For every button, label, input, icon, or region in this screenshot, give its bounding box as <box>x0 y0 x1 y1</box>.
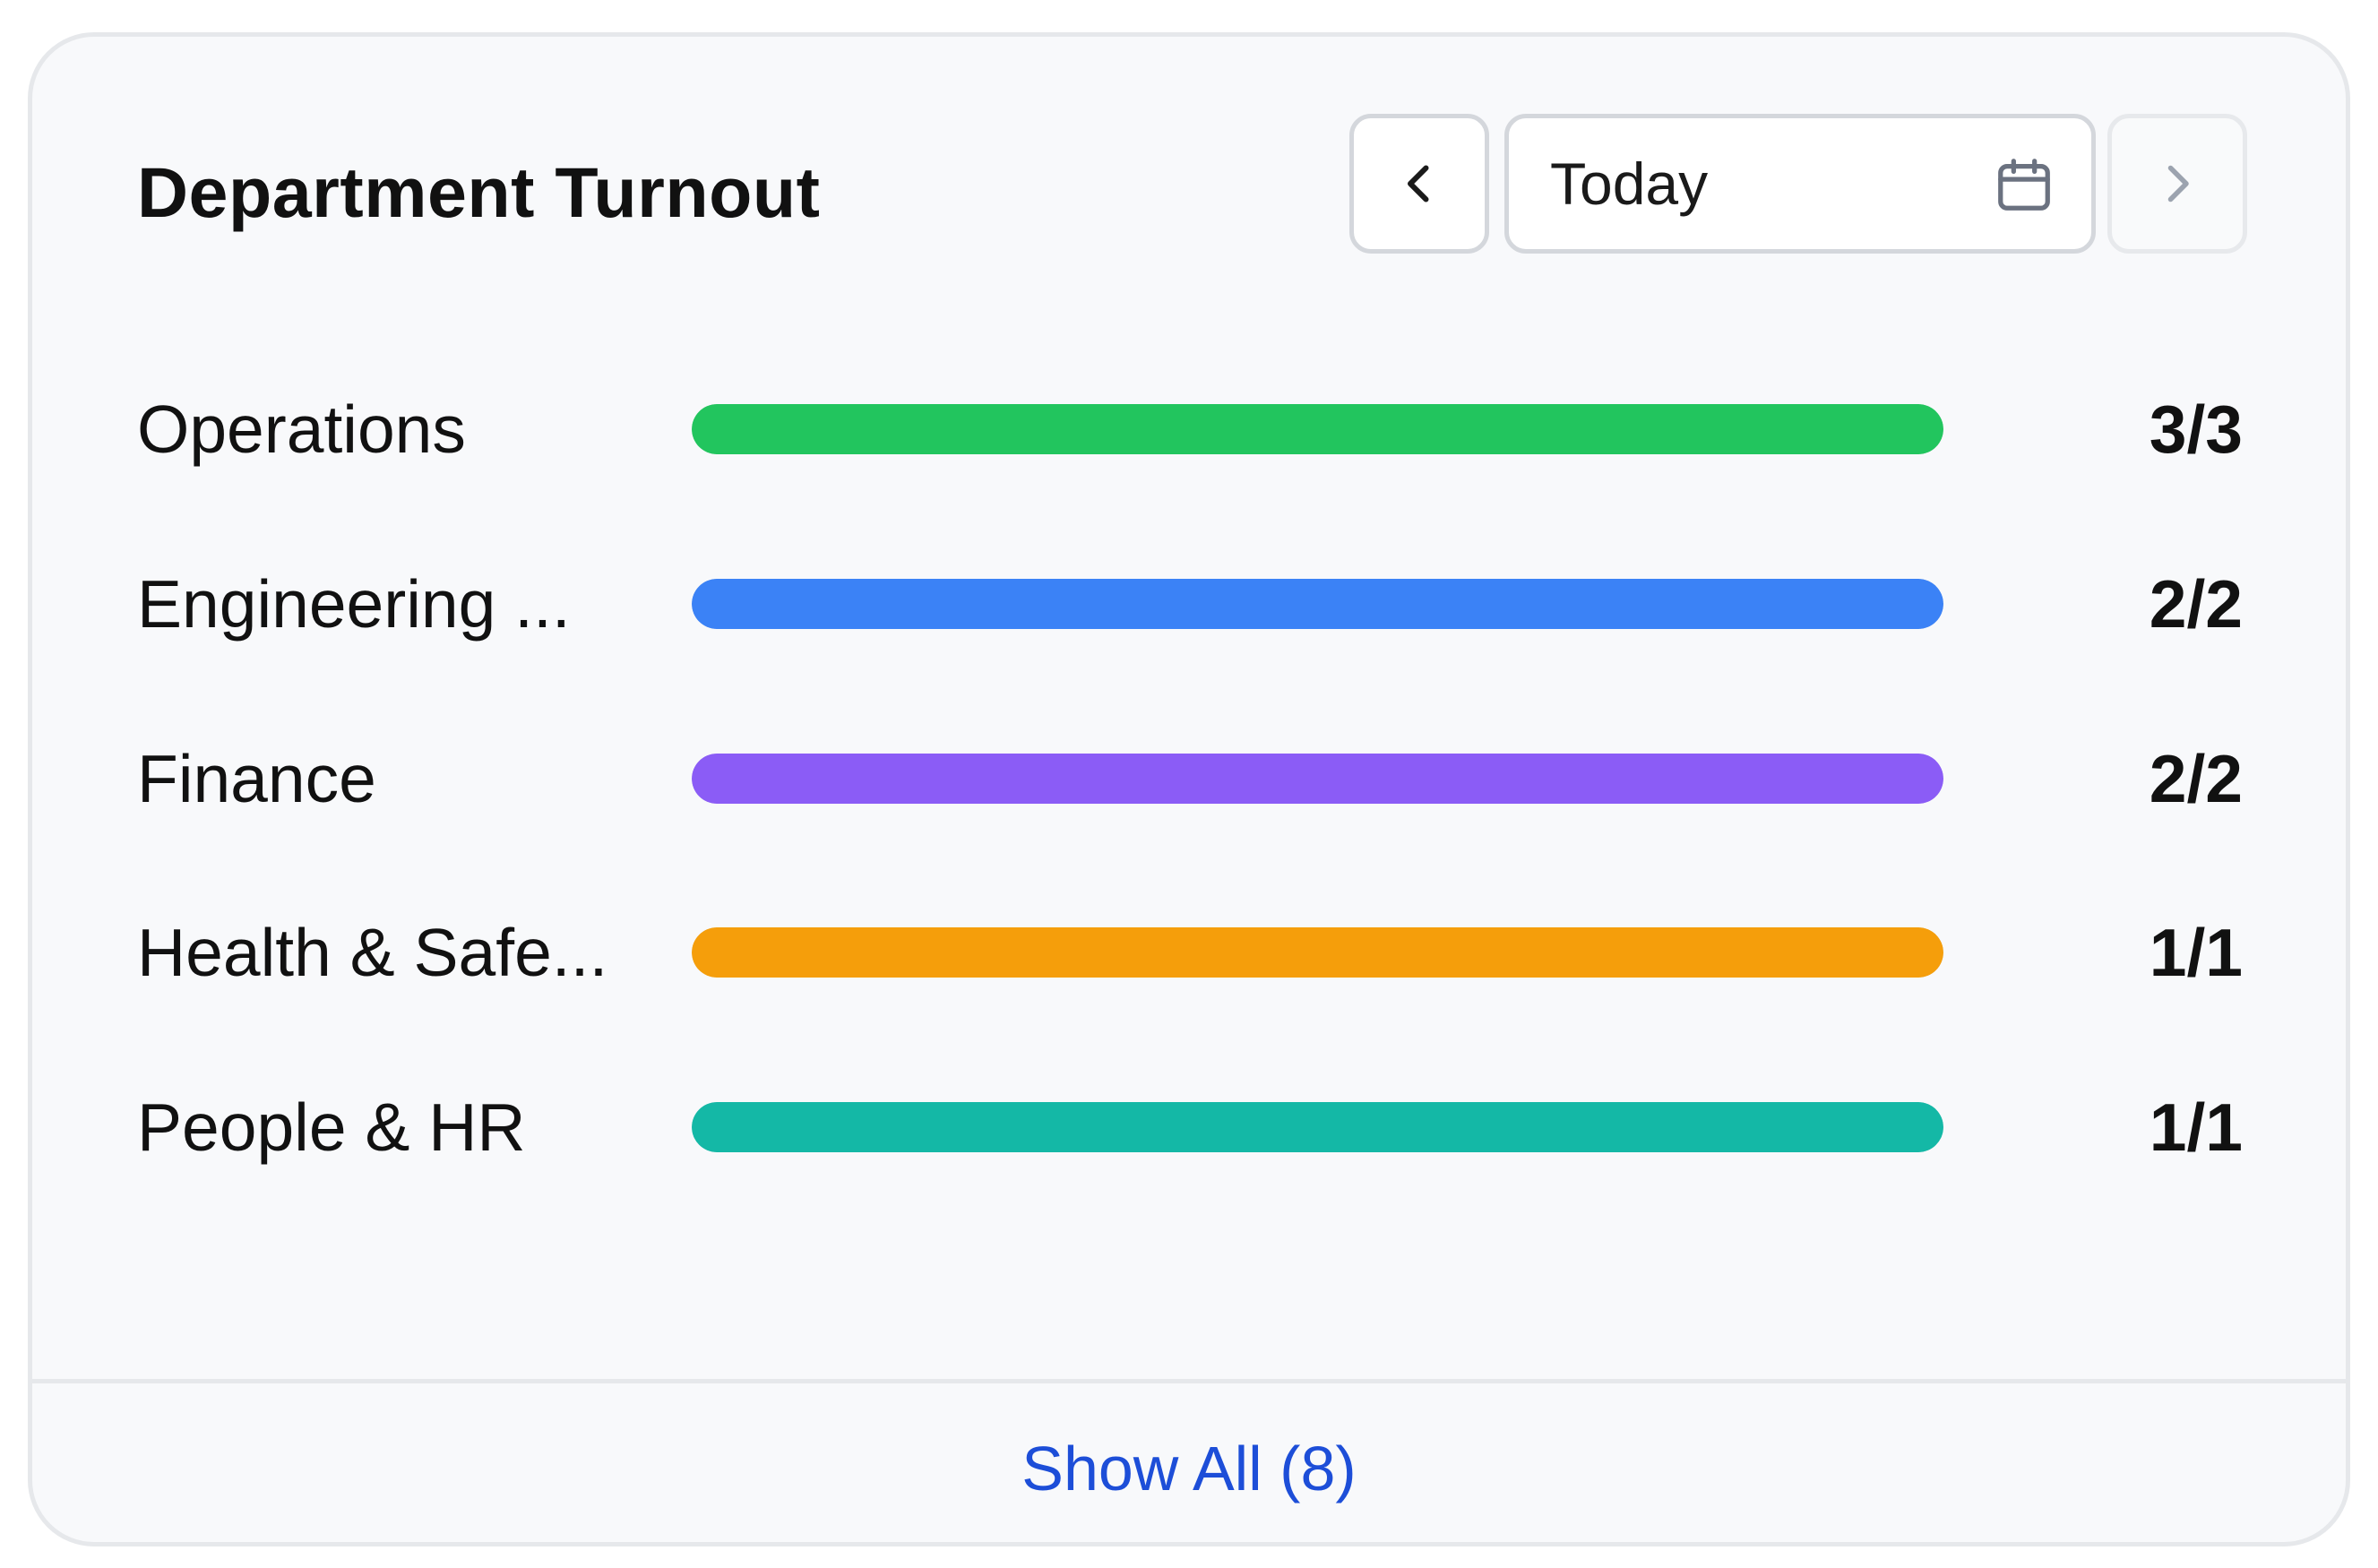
date-picker[interactable]: Today <box>1504 114 2096 254</box>
department-row-operations: Operations 3/3 <box>32 380 2346 478</box>
department-label: Engineering ... <box>137 566 571 642</box>
turnout-bar-fill <box>692 927 1943 978</box>
turnout-count: 1/1 <box>2149 915 2243 990</box>
department-row-health-safety: Health & Safe... 1/1 <box>32 903 2346 1002</box>
show-all-link[interactable]: Show All (8) <box>1021 1433 1356 1504</box>
department-turnout-card: Department Turnout Today Operations 3/3 … <box>28 32 2350 1546</box>
date-picker-label: Today <box>1550 151 1709 217</box>
chevron-right-icon <box>2167 165 2189 202</box>
department-label: Finance <box>137 741 376 816</box>
turnout-bar-fill <box>692 1102 1943 1152</box>
turnout-bar-track <box>692 404 1943 454</box>
calendar-icon <box>1998 159 2050 211</box>
next-day-button[interactable] <box>2107 114 2247 254</box>
turnout-bar-track <box>692 1102 1943 1152</box>
turnout-bar-fill <box>692 754 1943 804</box>
department-label: People & HR <box>137 1090 526 1165</box>
department-row-finance: Finance 2/2 <box>32 729 2346 828</box>
turnout-bar-track <box>692 579 1943 629</box>
department-row-engineering: Engineering ... 2/2 <box>32 555 2346 653</box>
turnout-count: 2/2 <box>2149 566 2243 642</box>
card-title: Department Turnout <box>137 152 821 232</box>
footer-divider <box>32 1379 2346 1383</box>
turnout-bar-fill <box>692 404 1943 454</box>
chevron-left-icon <box>1408 165 1429 202</box>
turnout-bar-track <box>692 927 1943 978</box>
department-row-people-hr: People & HR 1/1 <box>32 1078 2346 1176</box>
card-footer: Show All (8) <box>32 1388 2346 1542</box>
department-label: Operations <box>137 392 466 467</box>
turnout-count: 1/1 <box>2149 1090 2243 1165</box>
turnout-count: 2/2 <box>2149 741 2243 816</box>
previous-day-button[interactable] <box>1349 114 1489 254</box>
turnout-bar-track <box>692 754 1943 804</box>
department-label: Health & Safe... <box>137 915 608 990</box>
turnout-count: 3/3 <box>2149 392 2243 467</box>
turnout-bar-fill <box>692 579 1943 629</box>
